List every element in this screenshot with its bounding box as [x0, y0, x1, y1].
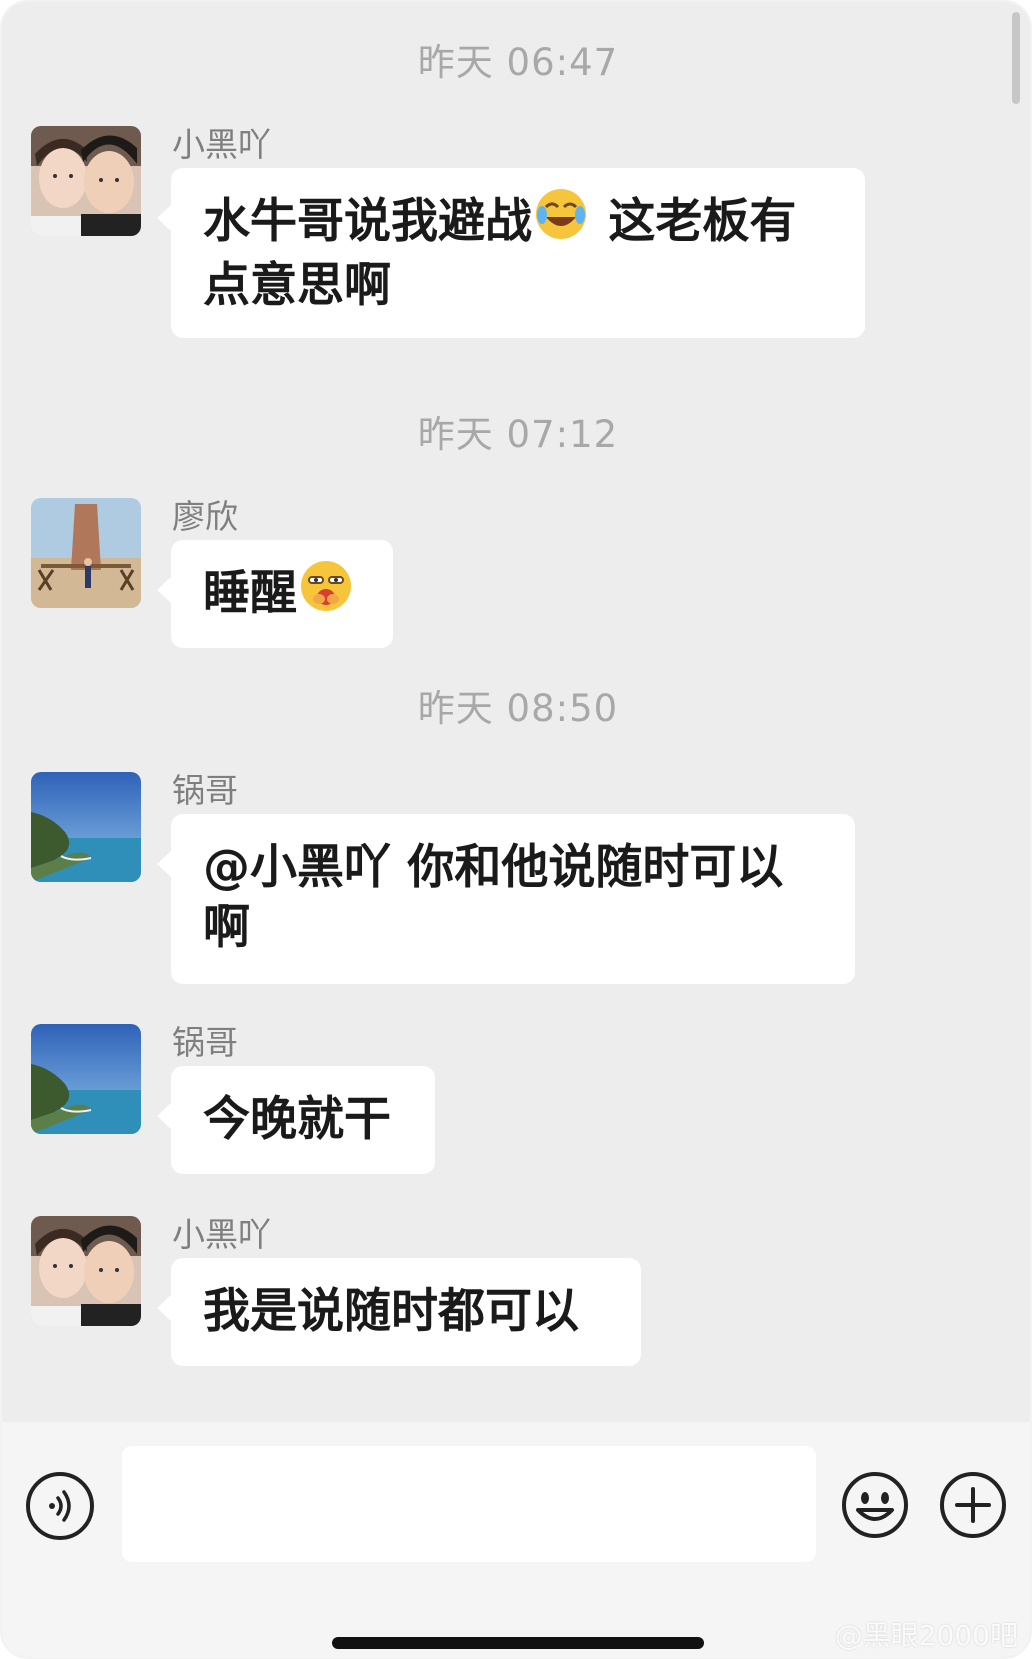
message-input[interactable]	[122, 1446, 816, 1562]
avatar[interactable]	[31, 126, 141, 236]
screen: 昨天 06:47 小黑吖 水牛哥说我避战 这老板有 点意思啊 昨天 07:12 …	[0, 0, 1032, 1659]
couple-photo-avatar	[31, 126, 141, 236]
sleepy-emoji-icon	[299, 559, 353, 628]
timestamp: 昨天 06:47	[417, 41, 619, 84]
couple-photo-avatar	[31, 1216, 141, 1326]
coastline-photo-avatar	[31, 772, 141, 882]
message-text: 睡醒	[203, 566, 297, 621]
avatar[interactable]	[31, 1024, 141, 1134]
sender-name: 锅哥	[172, 771, 238, 810]
message-bubble[interactable]: @小黑吖 你和他说随时可以 啊	[157, 814, 855, 984]
plus-button[interactable]	[938, 1470, 1008, 1540]
sender-name: 廖欣	[172, 497, 238, 536]
timestamp: 昨天 08:50	[417, 687, 619, 730]
timestamp: 昨天 07:12	[417, 413, 619, 456]
message-text: 我是说随时都可以	[203, 1284, 579, 1339]
home-indicator[interactable]	[332, 1637, 704, 1649]
message-text: 啊	[203, 900, 250, 955]
voice-icon	[49, 1490, 71, 1522]
message-text: 这老板有	[592, 194, 797, 249]
message-bubble[interactable]: 我是说随时都可以	[157, 1258, 641, 1366]
avatar[interactable]	[31, 772, 141, 882]
sender-name: 小黑吖	[172, 1215, 271, 1254]
sender-name: 小黑吖	[172, 125, 271, 164]
plus-icon	[940, 1472, 1006, 1538]
laugh-cry-emoji-icon	[534, 187, 588, 256]
message-bubble[interactable]: 今晚就干	[157, 1066, 435, 1174]
message-bubble[interactable]: 水牛哥说我避战 这老板有 点意思啊	[157, 168, 865, 338]
message-bubble[interactable]: 睡醒	[157, 540, 393, 648]
message-text: 今晚就干	[203, 1092, 391, 1147]
smiley-icon	[842, 1472, 908, 1538]
avatar[interactable]	[31, 1216, 141, 1326]
sender-name: 锅哥	[172, 1023, 238, 1062]
message-text: @小黑吖 你和他说随时可以	[203, 840, 784, 895]
input-bar: @黑眼2000吧	[2, 1422, 1030, 1657]
monument-photo-avatar	[31, 498, 141, 608]
voice-button[interactable]	[26, 1472, 94, 1540]
emoji-button[interactable]	[840, 1470, 910, 1540]
message-text: 点意思啊	[203, 258, 391, 313]
avatar[interactable]	[31, 498, 141, 608]
coastline-photo-avatar	[31, 1024, 141, 1134]
message-text: 水牛哥说我避战	[203, 194, 532, 249]
watermark: @黑眼2000吧	[834, 1619, 1018, 1652]
chat-window: 昨天 06:47 小黑吖 水牛哥说我避战 这老板有 点意思啊 昨天 07:12 …	[0, 0, 1032, 1659]
